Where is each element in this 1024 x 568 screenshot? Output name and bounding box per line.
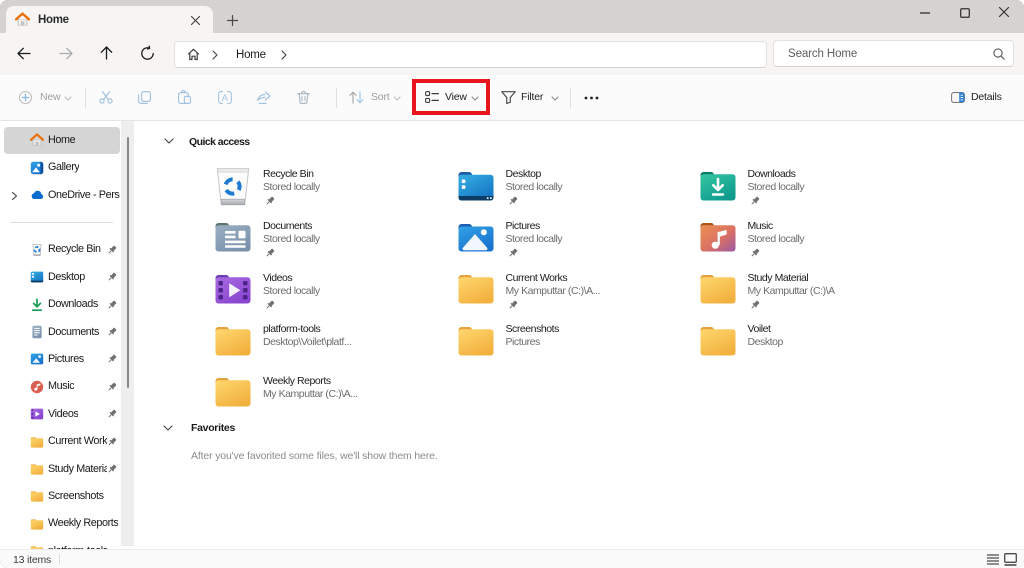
svg-text:A: A: [222, 93, 229, 104]
